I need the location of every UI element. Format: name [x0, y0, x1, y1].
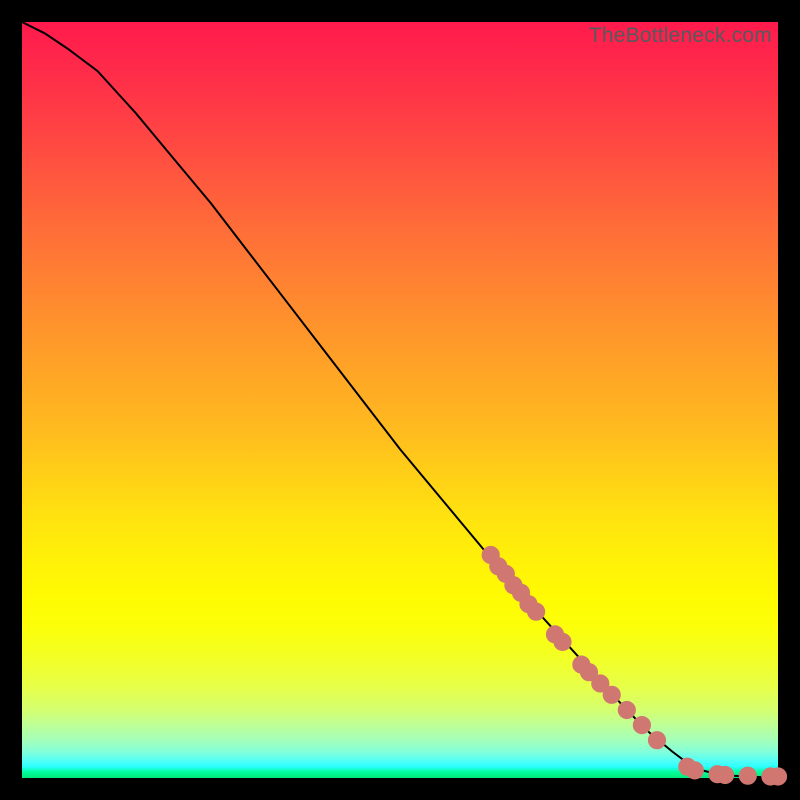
data-marker	[527, 603, 545, 621]
data-marker	[618, 701, 636, 719]
chart-svg	[22, 22, 778, 778]
data-marker	[648, 731, 666, 749]
data-marker	[716, 766, 734, 784]
markers-group	[482, 546, 788, 786]
bottleneck-curve	[22, 22, 778, 777]
chart-frame: TheBottleneck.com	[0, 0, 800, 800]
data-marker	[603, 686, 621, 704]
data-marker	[739, 767, 757, 785]
plot-area: TheBottleneck.com	[22, 22, 778, 778]
data-marker	[686, 761, 704, 779]
data-marker	[769, 767, 787, 785]
data-marker	[633, 716, 651, 734]
data-marker	[553, 633, 571, 651]
